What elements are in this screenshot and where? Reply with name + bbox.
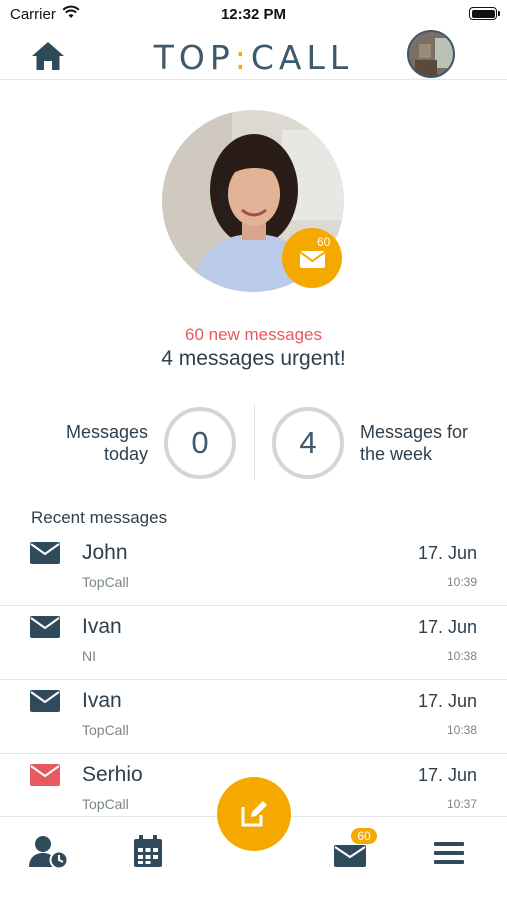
messages-week-label: Messages for the week bbox=[360, 421, 468, 465]
message-date: 17. Jun bbox=[417, 543, 477, 563]
mail-icon bbox=[30, 542, 60, 564]
message-subject: TopCall bbox=[82, 722, 129, 738]
recent-messages-title: Recent messages bbox=[31, 508, 168, 527]
message-subject: TopCall bbox=[82, 796, 129, 812]
urgent-messages-text: 4 messages urgent! bbox=[161, 347, 346, 370]
messages-today-count[interactable]: 0 bbox=[164, 407, 236, 479]
profile-mail-badge[interactable] bbox=[282, 228, 342, 288]
compose-button[interactable] bbox=[217, 777, 291, 851]
message-sender: John bbox=[82, 541, 128, 564]
message-sender: Serhio bbox=[82, 763, 143, 786]
messages-week-label-line1: Messages for bbox=[360, 422, 469, 442]
message-sender: Ivan bbox=[82, 615, 122, 638]
messages-today-label-line1: Messages bbox=[65, 422, 148, 442]
compose-icon bbox=[241, 801, 267, 827]
messages-week-label-line2: the week bbox=[360, 444, 433, 464]
mail-icon bbox=[299, 251, 326, 268]
message-time: 10:39 bbox=[446, 575, 477, 589]
inbox-badge: 60 bbox=[351, 828, 377, 844]
message-sender: Ivan bbox=[82, 689, 122, 712]
status-bar: Carrier 12:32 PM bbox=[0, 0, 507, 28]
status-time: 12:32 PM bbox=[220, 6, 287, 23]
urgent-mail-icon bbox=[30, 764, 60, 786]
mail-icon bbox=[30, 616, 60, 638]
message-date: 17. Jun bbox=[417, 765, 477, 785]
message-subject: TopCall bbox=[82, 574, 129, 590]
message-list[interactable]: John TopCall 17. Jun 10:39 Ivan NI 17. J… bbox=[0, 532, 507, 816]
contacts-clock-icon[interactable] bbox=[28, 835, 68, 869]
messages-week-count[interactable]: 4 bbox=[272, 407, 344, 479]
user-avatar[interactable] bbox=[407, 30, 455, 78]
message-date: 17. Jun bbox=[417, 617, 477, 637]
message-row[interactable]: Ivan TopCall 17. Jun 10:38 bbox=[0, 680, 507, 754]
message-subject: NI bbox=[82, 648, 96, 664]
message-date: 17. Jun bbox=[417, 691, 477, 711]
app-header: TOP:CALL bbox=[0, 28, 507, 80]
messages-today-label-line2: today bbox=[103, 444, 148, 464]
message-time: 10:38 bbox=[446, 723, 477, 737]
profile-mail-count: 60 bbox=[317, 235, 331, 249]
logo-text-right: CALL bbox=[250, 38, 354, 77]
message-row[interactable]: Ivan NI 17. Jun 10:38 bbox=[0, 606, 507, 680]
calendar-icon[interactable] bbox=[128, 835, 168, 869]
menu-icon[interactable] bbox=[430, 835, 470, 869]
new-messages-text: 60 new messages bbox=[184, 325, 323, 344]
battery-icon bbox=[469, 7, 500, 20]
logo-colon: : bbox=[234, 38, 251, 77]
message-time: 10:38 bbox=[446, 649, 477, 663]
logo-text-left: TOP bbox=[153, 38, 235, 77]
message-row[interactable]: John TopCall 17. Jun 10:39 bbox=[0, 532, 507, 606]
mail-icon bbox=[30, 690, 60, 712]
messages-today-label: Messages today bbox=[66, 421, 148, 465]
message-time: 10:37 bbox=[446, 797, 477, 811]
stats-divider bbox=[254, 404, 255, 480]
logo-wordmark: TOP:CALL bbox=[154, 38, 354, 77]
